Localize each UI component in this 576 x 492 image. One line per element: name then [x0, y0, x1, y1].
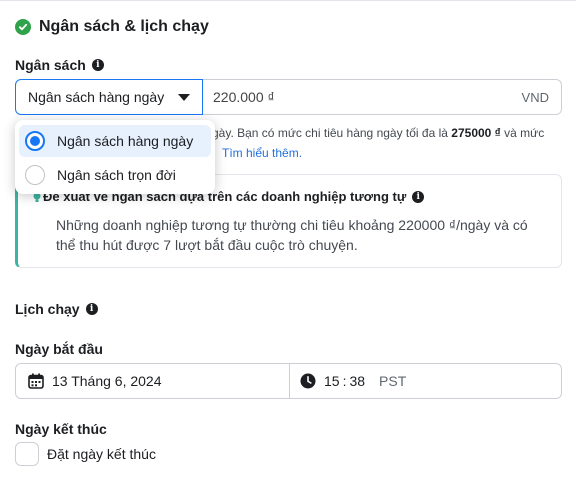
start-minute-value[interactable]: 38: [349, 373, 365, 389]
start-time-input[interactable]: 15 : 38 PST: [290, 364, 561, 398]
helper-text-1: gày. Bạn có mức chi tiêu hàng ngày tối đ…: [212, 126, 452, 140]
clock-icon: [300, 373, 316, 389]
set-end-date-control[interactable]: Đặt ngày kết thúc: [15, 442, 156, 466]
section-title: Ngân sách & lịch chạy: [39, 18, 209, 35]
end-date-label-text: Ngày kết thúc: [15, 421, 107, 437]
end-date-checkbox-label: Đặt ngày kết thúc: [47, 446, 156, 462]
option-label: Ngân sách hàng ngày: [57, 133, 194, 149]
info-icon[interactable]: i: [412, 190, 425, 203]
caret-down-icon: [178, 93, 190, 101]
budget-label-text: Ngân sách: [15, 57, 86, 73]
budget-label: Ngân sách i: [15, 57, 104, 73]
learn-more-link[interactable]: Tìm hiểu thêm.: [222, 146, 302, 160]
info-icon[interactable]: i: [85, 303, 98, 315]
start-date-label: Ngày bắt đầu: [15, 341, 103, 357]
end-date-checkbox[interactable]: [15, 442, 39, 466]
budget-type-value: Ngân sách hàng ngày: [28, 89, 165, 105]
budget-type-dropdown: Ngân sách hàng ngày Ngân sách trọn đời: [15, 120, 215, 194]
timezone-label: PST: [379, 373, 407, 389]
start-date-value: 13 Tháng 6, 2024: [52, 373, 162, 389]
budget-schedule-card: Ngân sách & lịch chạy Ngân sách i Ngân s…: [0, 0, 576, 492]
currency-label: VND: [521, 89, 549, 105]
start-hour-value[interactable]: 15: [324, 373, 340, 389]
check-circle-icon: [15, 19, 31, 35]
end-date-label: Ngày kết thúc: [15, 421, 107, 437]
recommendation-body: Những doanh nghiệp tương tự thường chi t…: [56, 217, 528, 253]
time-separator: :: [342, 373, 347, 389]
schedule-label: Lịch chạy i: [15, 301, 98, 317]
helper-max-amount: 275000 ₫: [451, 126, 501, 140]
start-date-input[interactable]: 13 Tháng 6, 2024: [16, 364, 290, 398]
option-lifetime-budget[interactable]: Ngân sách trọn đời: [19, 159, 211, 191]
schedule-label-text: Lịch chạy: [15, 301, 80, 317]
budget-type-select[interactable]: Ngân sách hàng ngày: [15, 79, 203, 115]
option-daily-budget[interactable]: Ngân sách hàng ngày: [19, 125, 211, 157]
start-date-label-text: Ngày bắt đầu: [15, 341, 103, 357]
option-label: Ngân sách trọn đời: [57, 167, 176, 183]
info-icon[interactable]: i: [91, 59, 104, 71]
section-header: Ngân sách & lịch chạy: [15, 18, 209, 36]
budget-row: Ngân sách hàng ngày 220.000 ₫ VND: [15, 79, 562, 115]
budget-amount-value: 220.000 ₫: [213, 89, 275, 105]
radio-unselected[interactable]: [25, 165, 45, 185]
helper-text-2: và mức: [500, 126, 545, 140]
budget-amount-input[interactable]: 220.000 ₫ VND: [203, 79, 562, 115]
calendar-icon: [28, 373, 44, 389]
radio-selected[interactable]: [25, 131, 45, 151]
start-datetime-row: 13 Tháng 6, 2024 15 : 38 PST: [15, 363, 562, 399]
